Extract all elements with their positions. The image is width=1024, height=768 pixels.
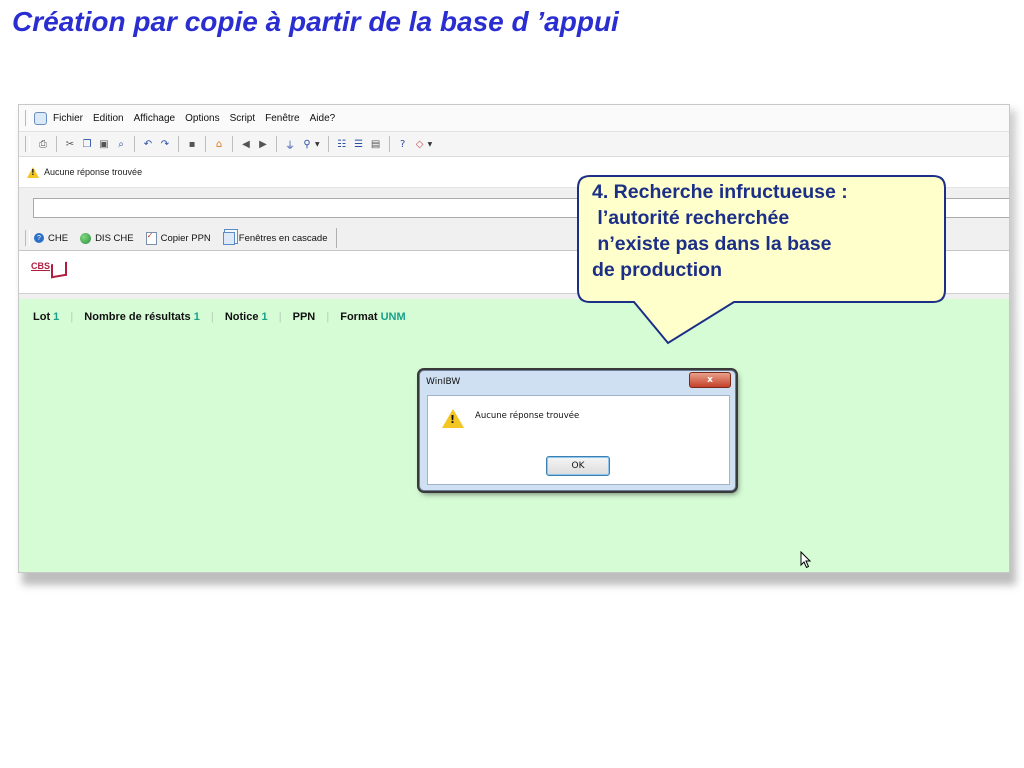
- toolbar-separator: [276, 136, 277, 152]
- button-bar-end: [335, 228, 337, 248]
- undo-icon[interactable]: ↶: [141, 137, 155, 151]
- close-icon: x: [707, 375, 713, 385]
- ok-button[interactable]: OK: [546, 456, 610, 476]
- paste-icon[interactable]: ▣: [97, 137, 111, 151]
- main-toolbar: ⎙ ✂ ❐ ▣ ⌕ ↶ ↷ ▪ ⌂ ◀ ▶ ⏚ ⚲ ▼ ☷ ☰ ▤ ? ◇ ▼: [19, 132, 1009, 157]
- menu-grip[interactable]: [25, 110, 30, 126]
- dialog-title: WinIBW: [426, 377, 461, 387]
- menu-aide[interactable]: Aide?: [310, 113, 336, 124]
- format-value: UNM: [380, 311, 406, 323]
- search-dropdown-icon[interactable]: ⚲: [300, 137, 314, 151]
- toolbar-separator: [205, 136, 206, 152]
- toolbar-separator: [56, 136, 57, 152]
- record-info-line: Lot 1 | Nombre de résultats 1 | Notice 1…: [33, 311, 406, 323]
- toolbar-separator: [178, 136, 179, 152]
- lot-label: Lot: [33, 311, 51, 323]
- toolbar-separator: [134, 136, 135, 152]
- toolbar-separator: [232, 136, 233, 152]
- cascade-button[interactable]: Fenêtres en cascade: [222, 231, 328, 245]
- button-bar-grip[interactable]: [25, 230, 30, 246]
- chevron-down-icon[interactable]: ▼: [428, 141, 433, 148]
- slide-title: Création par copie à partir de la base d…: [12, 6, 619, 37]
- che-button[interactable]: ? CHE: [34, 233, 68, 244]
- mouse-cursor-icon: [800, 551, 812, 569]
- menu-script[interactable]: Script: [230, 113, 256, 124]
- results-value: 1: [193, 311, 200, 323]
- notice-label: Notice: [224, 311, 259, 323]
- divider: |: [278, 311, 282, 323]
- cut-icon[interactable]: ✂: [63, 137, 77, 151]
- menu-fenetre[interactable]: Fenêtre: [265, 113, 299, 124]
- lot-value: 1: [53, 311, 60, 323]
- results-label: Nombre de résultats: [84, 311, 191, 323]
- menu-fichier[interactable]: Fichier: [53, 113, 83, 124]
- dis-che-button-label: DIS CHE: [95, 232, 134, 244]
- data-icon[interactable]: ☷: [335, 137, 349, 151]
- doc-check-icon: [145, 231, 157, 245]
- menu-bar: Fichier Edition Affichage Options Script…: [19, 105, 1009, 132]
- dialog-body: Aucune réponse trouvée OK: [427, 395, 730, 485]
- copier-ppn-button-label: Copier PPN: [160, 232, 211, 244]
- globe-icon: [80, 232, 92, 244]
- menu-affichage[interactable]: Affichage: [134, 113, 176, 124]
- divider: |: [70, 311, 74, 323]
- toolbar-grip[interactable]: [25, 136, 30, 152]
- help-icon[interactable]: ?: [396, 137, 410, 151]
- filter-icon[interactable]: ⏚: [283, 137, 297, 152]
- winibw-window: Fichier Edition Affichage Options Script…: [18, 104, 1010, 573]
- che-button-label: CHE: [48, 232, 69, 244]
- forward-icon[interactable]: ▶: [256, 137, 270, 151]
- list-icon[interactable]: ☰: [352, 137, 366, 151]
- close-button[interactable]: x: [689, 372, 731, 388]
- ppn-label: PPN: [292, 311, 316, 323]
- eraser-icon[interactable]: ◇: [413, 137, 427, 151]
- divider: |: [326, 311, 330, 323]
- help-circle-icon: ?: [34, 233, 44, 243]
- copier-ppn-button[interactable]: Copier PPN: [145, 231, 211, 245]
- status-message: Aucune réponse trouvée: [44, 167, 143, 177]
- save-icon[interactable]: ▪: [185, 137, 199, 151]
- find-icon[interactable]: ⌕: [114, 137, 128, 151]
- print-icon[interactable]: ⎙: [36, 137, 50, 151]
- chevron-down-icon[interactable]: ▼: [315, 141, 320, 148]
- back-icon[interactable]: ◀: [239, 137, 253, 151]
- doc-icon[interactable]: ▤: [369, 137, 383, 151]
- redo-icon[interactable]: ↷: [158, 137, 172, 151]
- book-icon: [51, 261, 67, 279]
- menu-options[interactable]: Options: [185, 113, 219, 124]
- toolbar-separator: [327, 136, 329, 152]
- warning-icon: [441, 408, 465, 429]
- app-icon[interactable]: [34, 111, 47, 125]
- divider: |: [210, 311, 214, 323]
- warning-icon: [27, 166, 39, 178]
- dis-che-button[interactable]: DIS CHE: [80, 232, 134, 244]
- dialog-message: Aucune réponse trouvée: [475, 411, 580, 421]
- toolbar-separator: [388, 136, 390, 152]
- cascade-button-label: Fenêtres en cascade: [238, 232, 328, 244]
- cascade-windows-icon: [222, 231, 235, 245]
- home-icon[interactable]: ⌂: [212, 137, 226, 151]
- copy-icon[interactable]: ❐: [80, 137, 94, 151]
- notice-value: 1: [261, 311, 268, 323]
- cbs-logo: CBS: [31, 261, 51, 271]
- menu-edition[interactable]: Edition: [93, 113, 124, 124]
- callout-text: 4. Recherche infructueuse : l’autorité r…: [592, 181, 848, 281]
- winibw-dialog: WinIBW x Aucune réponse trouvée OK: [419, 370, 736, 491]
- format-label: Format: [340, 311, 378, 323]
